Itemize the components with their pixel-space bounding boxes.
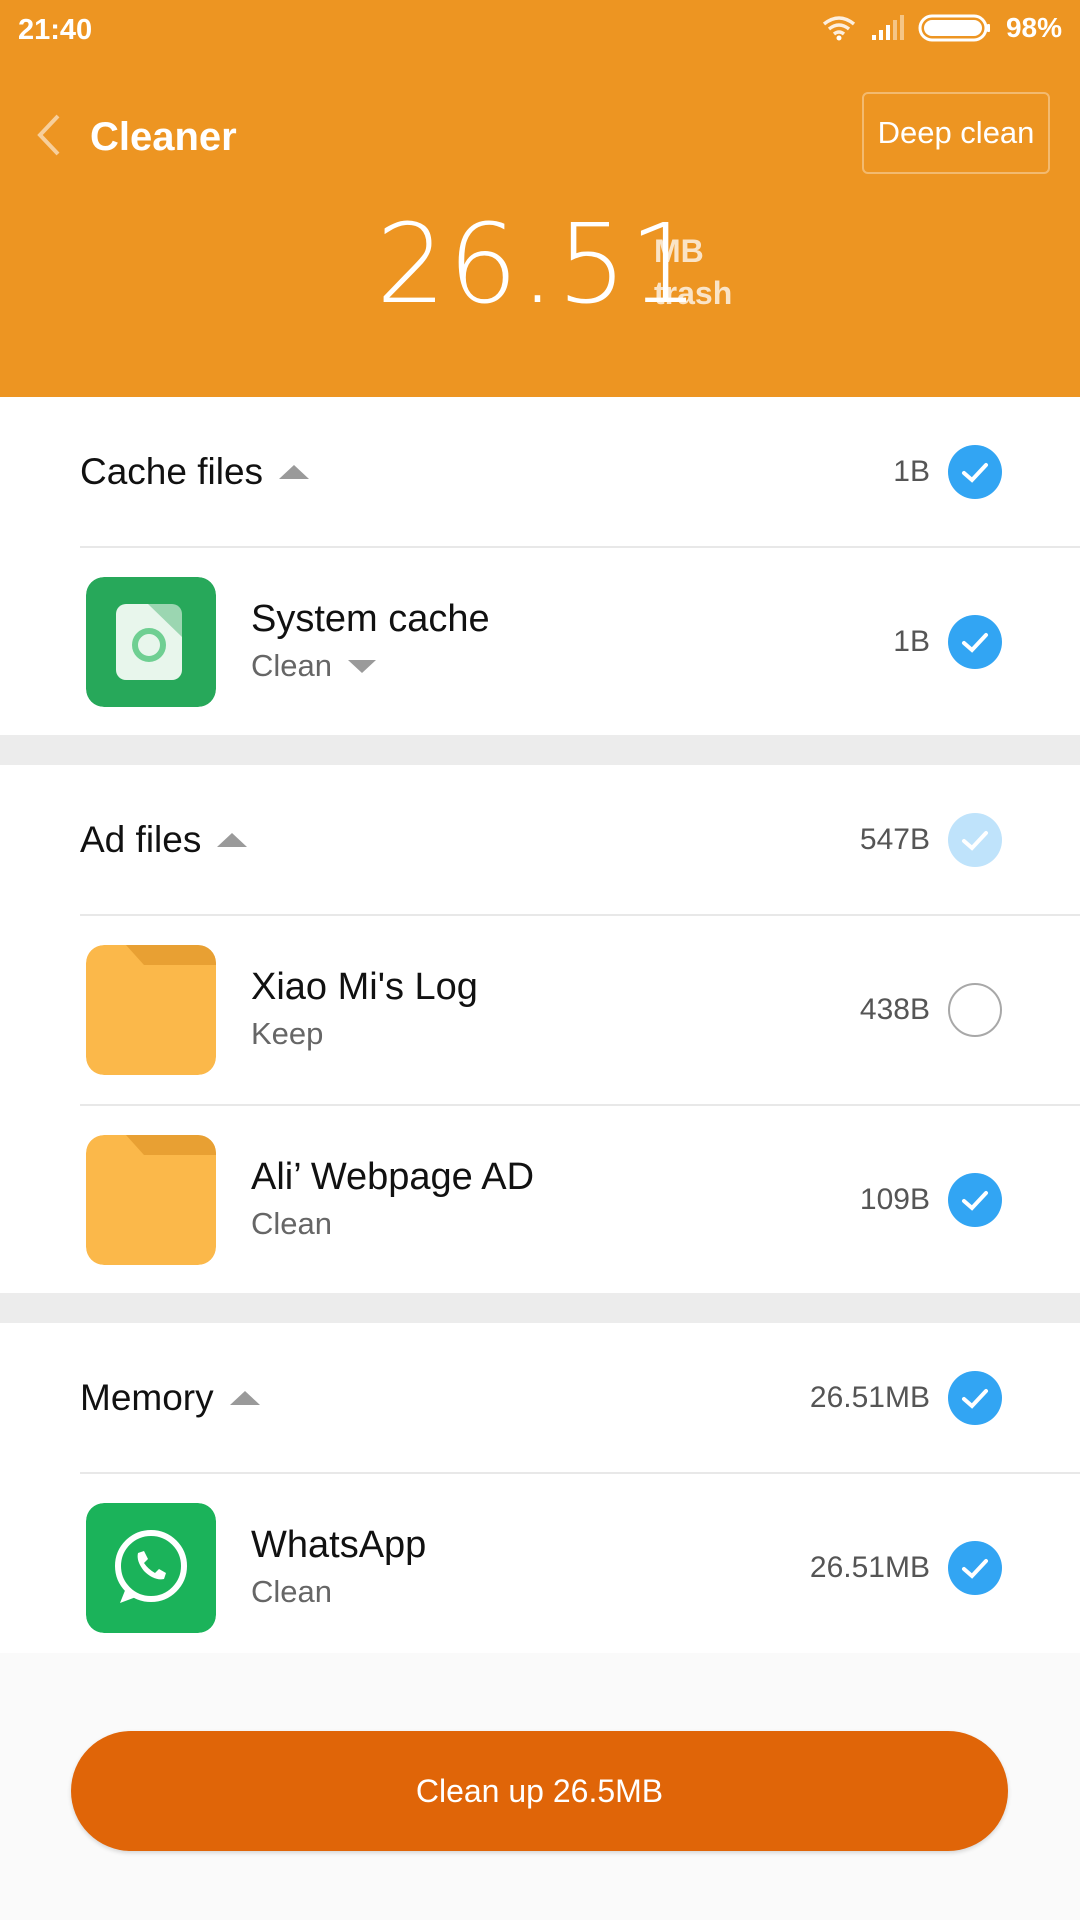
item-action: Keep	[251, 1016, 324, 1051]
item-name: System cache	[251, 598, 490, 640]
item-checkbox[interactable]	[948, 1173, 1002, 1227]
item-size: 109B	[859, 1183, 930, 1216]
signal-icon	[871, 15, 904, 40]
folder-icon	[86, 945, 216, 1075]
item-action: Clean	[251, 1206, 332, 1241]
header-bar: 21:40 98% Cleaner Deep clean 26.51 MB tr…	[0, 0, 1080, 397]
trash-unit: MB	[654, 233, 704, 269]
section-size: 547B	[859, 822, 930, 856]
item-name: WhatsApp	[251, 1524, 427, 1566]
folder-icon	[86, 1135, 216, 1265]
battery-level: 98%	[1005, 12, 1062, 43]
page-title: Cleaner	[90, 115, 237, 159]
system-cache-icon	[86, 577, 216, 707]
section-title: Cache files	[80, 450, 264, 492]
battery-icon	[918, 14, 990, 42]
trash-total-unit: MB trash	[654, 230, 732, 314]
item-size: 1B	[893, 625, 930, 658]
section-title: Ad files	[80, 818, 202, 860]
checkmark-icon	[962, 1388, 988, 1409]
list-item[interactable]: System cache Clean 1B	[0, 548, 1080, 736]
expand-arrow-icon[interactable]	[348, 659, 376, 673]
deep-clean-button[interactable]: Deep clean	[862, 92, 1050, 174]
item-name: Xiao Mi's Log	[251, 966, 478, 1008]
collapse-arrow-icon[interactable]	[217, 832, 248, 847]
clean-up-button[interactable]: Clean up 26.5MB	[71, 1731, 1008, 1851]
item-checkbox[interactable]	[948, 983, 1002, 1037]
section-header-ads[interactable]: Ad files 547B	[0, 765, 1080, 914]
item-checkbox[interactable]	[948, 615, 1002, 669]
trash-label: trash	[654, 275, 733, 311]
section-checkbox[interactable]	[948, 1370, 1002, 1425]
section-gap	[0, 735, 1080, 765]
back-arrow-icon[interactable]	[30, 110, 70, 160]
wifi-icon	[822, 16, 856, 41]
checkmark-icon	[962, 462, 988, 483]
item-size: 26.51MB	[809, 1551, 930, 1584]
checkmark-icon	[962, 633, 988, 653]
section-ad-files: Ad files 547B Xiao Mi's Log Keep 438B Al…	[0, 765, 1080, 1293]
section-header-memory[interactable]: Memory 26.51MB	[0, 1323, 1080, 1472]
section-cache-files: Cache files 1B System cache Clean 1B	[0, 397, 1080, 735]
item-name: Ali’ Webpage AD	[251, 1156, 535, 1198]
list-item[interactable]: WhatsApp Clean 26.51MB	[0, 1474, 1080, 1662]
item-action: Clean	[251, 1574, 332, 1609]
whatsapp-icon	[86, 1503, 216, 1633]
section-checkbox[interactable]	[948, 444, 1002, 499]
checkmark-icon	[962, 1559, 988, 1579]
section-size: 1B	[893, 454, 930, 488]
section-size: 26.51MB	[809, 1380, 930, 1414]
trash-total-value: 26.51	[376, 200, 701, 328]
status-time: 21:40	[18, 14, 93, 46]
section-title: Memory	[80, 1376, 214, 1418]
status-icons: 98%	[822, 12, 1062, 44]
section-checkbox[interactable]	[948, 812, 1002, 867]
list-item[interactable]: Ali’ Webpage AD Clean 109B	[0, 1106, 1080, 1294]
checkmark-icon	[962, 830, 988, 851]
section-gap	[0, 1293, 1080, 1323]
item-size: 438B	[859, 993, 930, 1026]
collapse-arrow-icon[interactable]	[229, 1390, 260, 1405]
list-item[interactable]: Xiao Mi's Log Keep 438B	[0, 916, 1080, 1104]
checkmark-icon	[962, 1191, 988, 1211]
item-checkbox[interactable]	[948, 1541, 1002, 1595]
item-action: Clean	[251, 648, 332, 683]
section-header-cache[interactable]: Cache files 1B	[0, 397, 1080, 546]
section-memory: Memory 26.51MB WhatsApp Clean 26.51MB	[0, 1323, 1080, 1653]
collapse-arrow-icon[interactable]	[279, 464, 310, 479]
